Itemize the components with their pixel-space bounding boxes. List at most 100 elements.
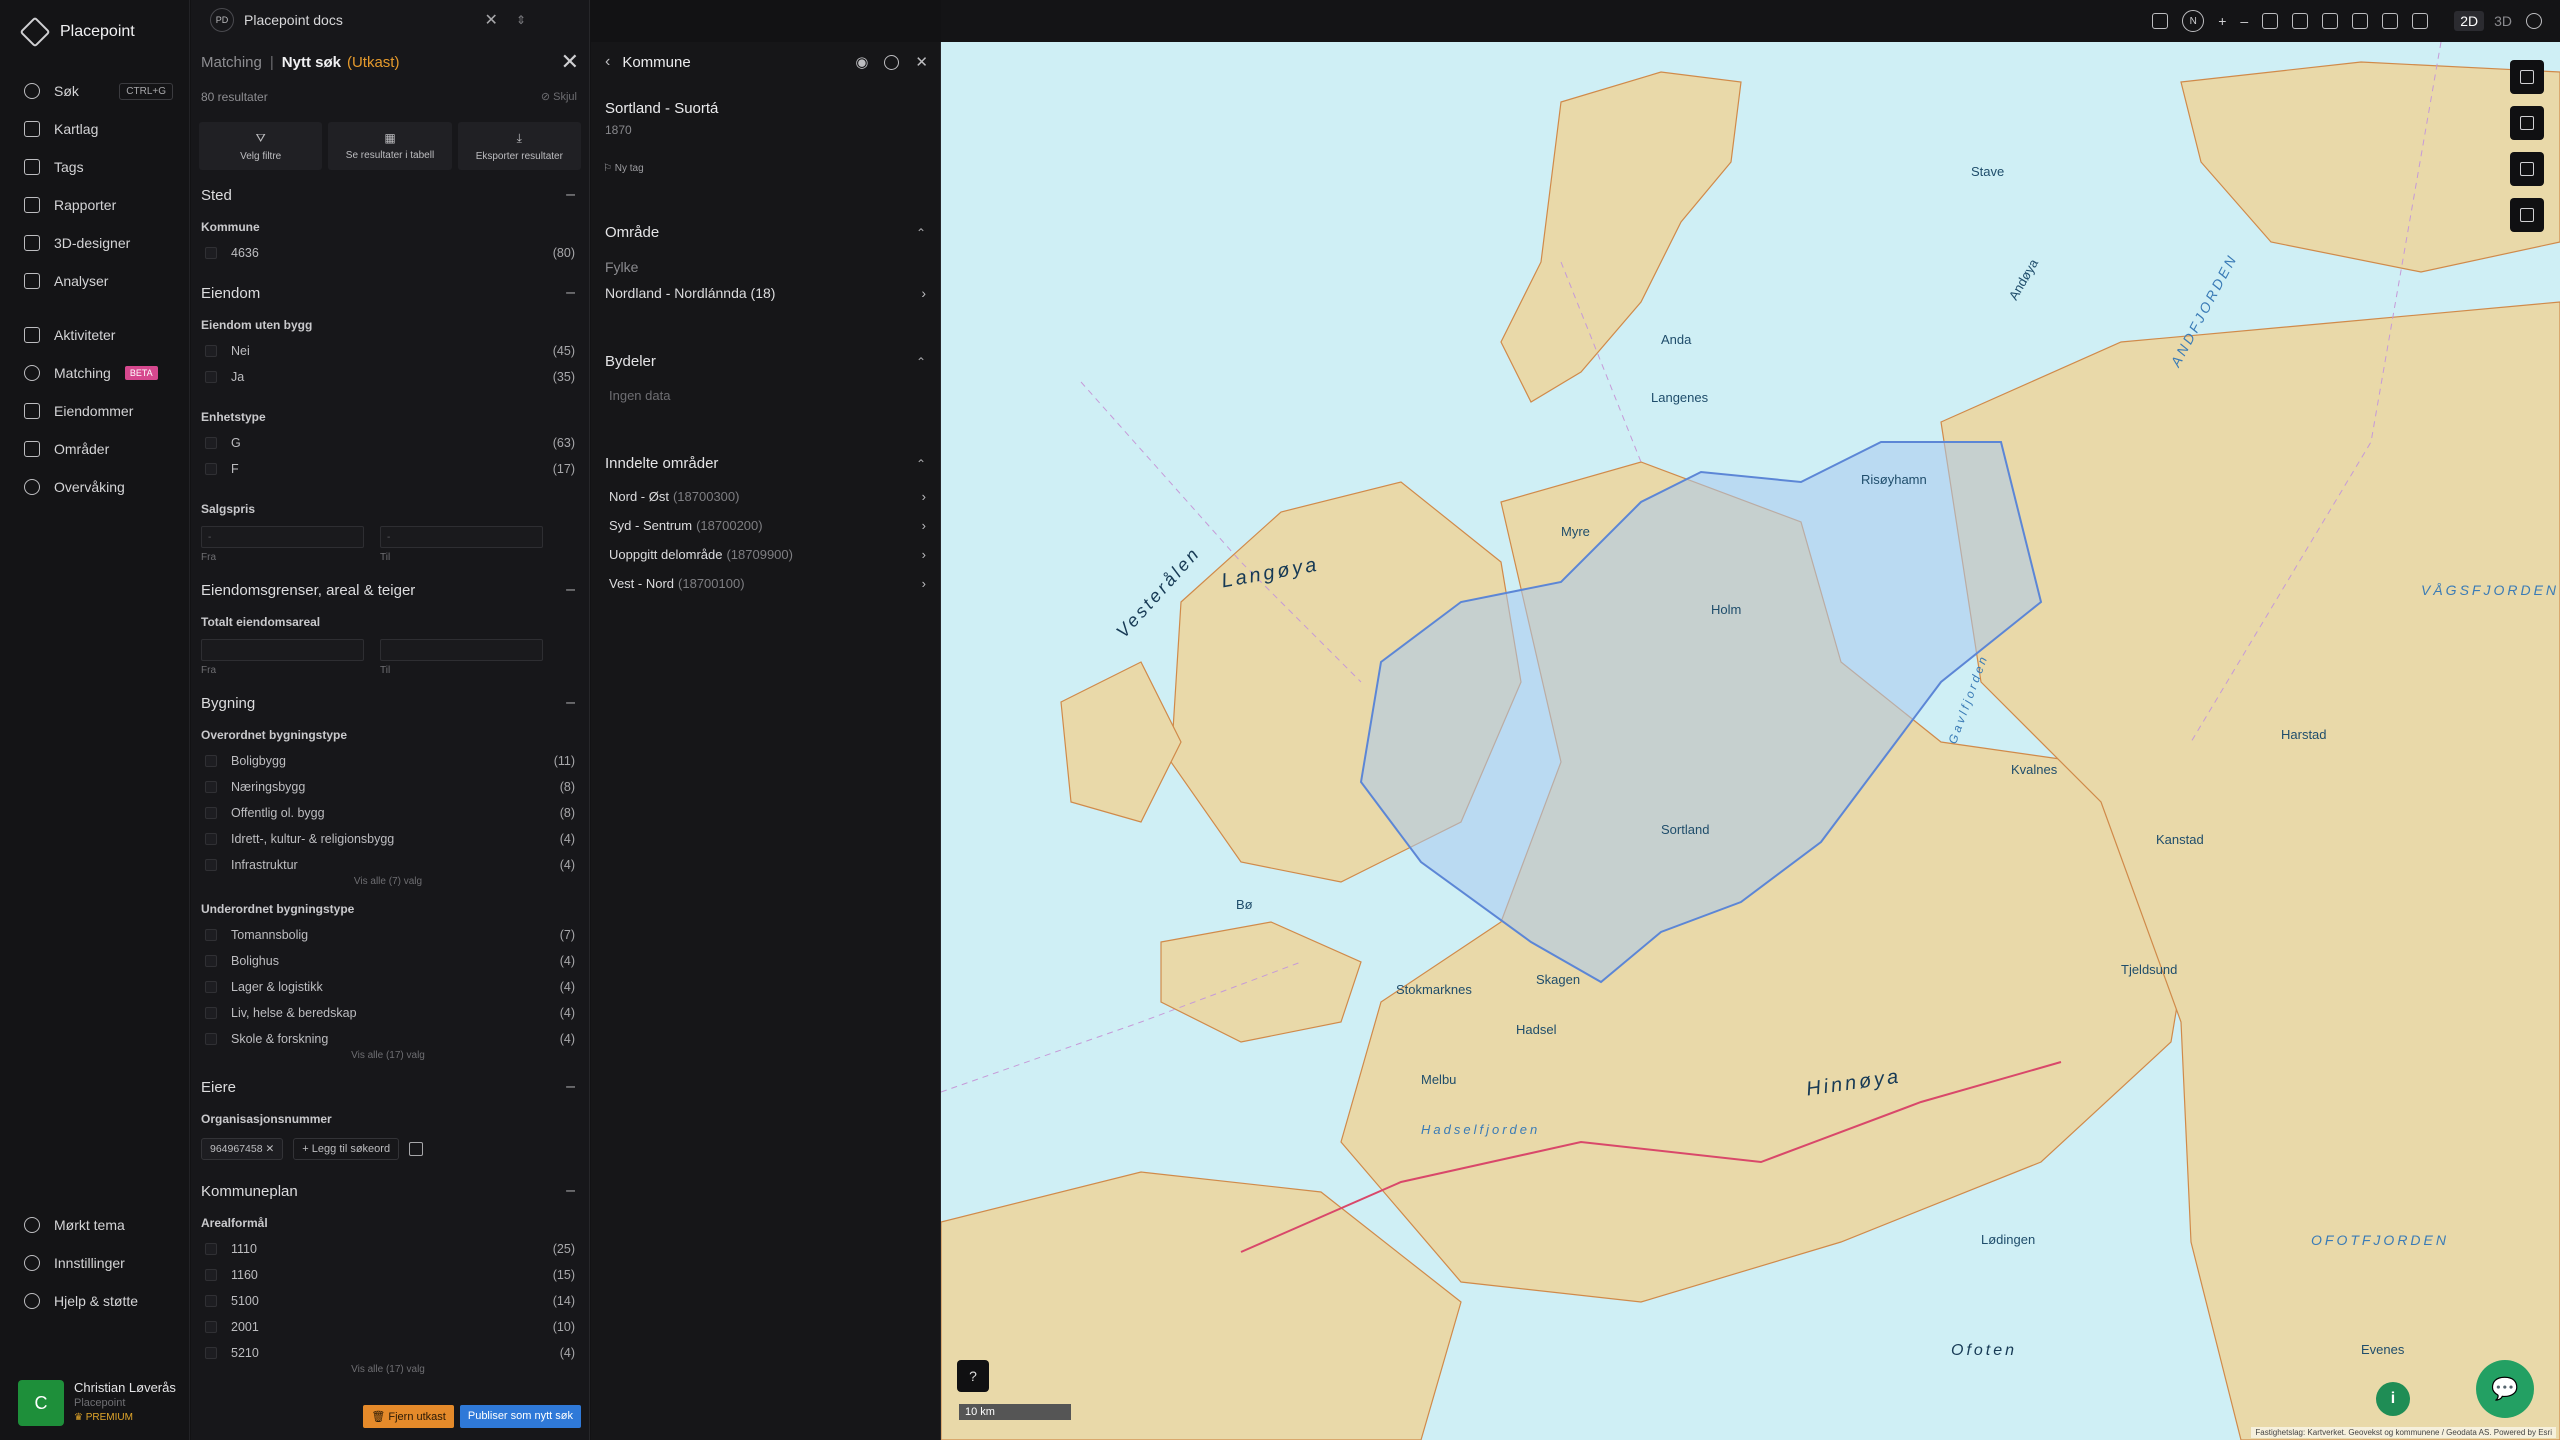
print-icon[interactable] bbox=[2262, 13, 2279, 29]
checkbox[interactable] bbox=[205, 833, 217, 845]
collapse-icon[interactable]: – bbox=[566, 1078, 575, 1096]
user-card[interactable]: C Christian Løverås Placepoint ♛ PREMIUM bbox=[18, 1380, 181, 1426]
fullscreen-icon[interactable] bbox=[2322, 13, 2339, 29]
checkbox[interactable] bbox=[205, 981, 217, 993]
stats-button[interactable] bbox=[2510, 152, 2544, 186]
chevron-up-icon[interactable]: ⌃ bbox=[916, 355, 926, 369]
info-icon[interactable]: i bbox=[2376, 1382, 2410, 1416]
filter-option[interactable]: Bolighus (4) bbox=[201, 948, 575, 974]
filter-option[interactable]: 5210 (4) bbox=[201, 1340, 575, 1366]
nav-item-sok[interactable]: Søk CTRL+G bbox=[0, 72, 189, 110]
hide-toggle[interactable]: ⊘ Skjul bbox=[541, 90, 577, 103]
copy-icon[interactable] bbox=[409, 1142, 424, 1156]
search-area-button[interactable] bbox=[2510, 60, 2544, 94]
checkbox[interactable] bbox=[205, 437, 217, 449]
nav-item-aktiviteter[interactable]: Aktiviteter bbox=[0, 316, 189, 354]
draw-button[interactable] bbox=[2510, 198, 2544, 232]
checkbox[interactable] bbox=[205, 755, 217, 767]
fylke-row[interactable]: Nordland - Nordlánnda (18) › bbox=[605, 285, 926, 301]
show-all-link[interactable]: Vis alle (17) valg bbox=[201, 1050, 575, 1064]
checkbox[interactable] bbox=[205, 1321, 217, 1333]
checkbox[interactable] bbox=[205, 1347, 217, 1359]
list-item[interactable]: Nord - Øst (18700300) › bbox=[605, 482, 926, 511]
chevron-left-icon[interactable]: ‹ bbox=[605, 53, 610, 71]
collapse-icon[interactable]: – bbox=[566, 1182, 575, 1200]
nav-item-matching[interactable]: Matching BETA bbox=[0, 354, 189, 392]
zoom-in-button[interactable]: + bbox=[2218, 13, 2226, 29]
chevron-up-icon[interactable]: ⌃ bbox=[916, 457, 926, 471]
checkbox[interactable] bbox=[205, 859, 217, 871]
bookmark-icon[interactable] bbox=[2412, 13, 2429, 29]
nav-item-eiendommer[interactable]: Eiendommer bbox=[0, 392, 189, 430]
close-icon[interactable]: ✕ bbox=[561, 49, 579, 75]
show-all-link[interactable]: Vis alle (17) valg bbox=[201, 1364, 575, 1378]
map-view[interactable]: Langøya Hinnøya Vesterålen ANDFJORDEN VÅ… bbox=[941, 42, 2560, 1440]
nav-item-analyser[interactable]: Analyser bbox=[0, 262, 189, 300]
eye-icon[interactable] bbox=[2292, 13, 2309, 29]
zoom-out-button[interactable]: – bbox=[2240, 13, 2248, 29]
map-help-button[interactable]: ? bbox=[957, 1360, 989, 1392]
weather-icon[interactable] bbox=[2152, 13, 2169, 29]
measure-button[interactable] bbox=[2510, 106, 2544, 140]
checkbox[interactable] bbox=[205, 1033, 217, 1045]
section-bygning[interactable]: Bygning – bbox=[201, 690, 575, 716]
area-to-input[interactable] bbox=[380, 639, 543, 661]
section-grenser[interactable]: Eiendomsgrenser, areal & teiger – bbox=[201, 577, 575, 603]
checkbox[interactable] bbox=[205, 463, 217, 475]
filter-option[interactable]: 1110 (25) bbox=[201, 1236, 575, 1262]
list-item[interactable]: Syd - Sentrum (18700200) › bbox=[605, 511, 926, 540]
info-icon[interactable] bbox=[2526, 13, 2542, 29]
nav-item-kartlag[interactable]: Kartlag bbox=[0, 110, 189, 148]
chevron-up-icon[interactable]: ⌃ bbox=[916, 226, 926, 240]
export-button[interactable]: ⤓ Eksporter resultater bbox=[457, 122, 581, 170]
checkbox[interactable] bbox=[205, 1007, 217, 1019]
price-from-input[interactable]: - bbox=[201, 526, 364, 548]
mode-3d-button[interactable]: 3D bbox=[2494, 11, 2512, 31]
nav-item-3d-designer[interactable]: 3D-designer bbox=[0, 224, 189, 262]
checkbox[interactable] bbox=[205, 955, 217, 967]
filter-option[interactable]: 2001 (10) bbox=[201, 1314, 575, 1340]
view-table-button[interactable]: ▦ Se resultater i tabell bbox=[328, 122, 452, 170]
collapse-icon[interactable]: – bbox=[566, 694, 575, 712]
keyword-chip[interactable]: 964967458 ✕ bbox=[201, 1138, 284, 1160]
price-to-input[interactable]: - bbox=[380, 526, 543, 548]
add-keyword-button[interactable]: + Legg til søkeord bbox=[293, 1138, 400, 1160]
compass-north[interactable]: N bbox=[2182, 10, 2205, 32]
filter-option[interactable]: 5100 (14) bbox=[201, 1288, 575, 1314]
filter-option[interactable]: Infrastruktur (4) bbox=[201, 852, 575, 878]
collapse-icon[interactable]: – bbox=[566, 284, 575, 302]
nav-item-help[interactable]: Hjelp & støtte bbox=[0, 1282, 189, 1320]
filter-option[interactable]: Næringsbygg (8) bbox=[201, 774, 575, 800]
breadcrumb-matching[interactable]: Matching bbox=[201, 54, 262, 71]
checkbox[interactable] bbox=[205, 345, 217, 357]
filter-option[interactable]: Lager & logistikk (4) bbox=[201, 974, 575, 1000]
filter-option[interactable]: F (17) bbox=[201, 456, 575, 482]
section-eiere[interactable]: Eiere – bbox=[201, 1074, 575, 1100]
nav-item-omrader[interactable]: Områder bbox=[0, 430, 189, 468]
checkbox[interactable] bbox=[205, 371, 217, 383]
list-item[interactable]: Vest - Nord (18700100) › bbox=[605, 569, 926, 598]
filter-option[interactable]: 4636 (80) bbox=[201, 240, 575, 266]
section-eiendom[interactable]: Eiendom – bbox=[201, 280, 575, 306]
area-from-input[interactable] bbox=[201, 639, 364, 661]
brand[interactable]: Placepoint bbox=[0, 0, 189, 64]
filter-option[interactable]: Nei (45) bbox=[201, 338, 575, 364]
checkbox[interactable] bbox=[205, 1243, 217, 1255]
grid-icon[interactable] bbox=[2382, 13, 2399, 29]
list-item[interactable]: Uoppgitt delområde (18709900) › bbox=[605, 540, 926, 569]
filter-option[interactable]: 1160 (15) bbox=[201, 1262, 575, 1288]
filter-option[interactable]: Idrett-, kultur- & religionsbygg (4) bbox=[201, 826, 575, 852]
nav-item-rapporter[interactable]: Rapporter bbox=[0, 186, 189, 224]
checkbox[interactable] bbox=[205, 247, 217, 259]
section-bydeler[interactable]: Bydeler ⌃ bbox=[605, 353, 926, 370]
checkbox[interactable] bbox=[205, 807, 217, 819]
close-icon[interactable]: ✕ bbox=[485, 10, 498, 30]
new-tag-button[interactable]: ⚐ Ny tag bbox=[603, 163, 940, 174]
publish-button[interactable]: Publiser som nytt søk bbox=[459, 1405, 581, 1428]
select-filters-button[interactable]: ⛛ Velg filtre bbox=[199, 122, 323, 170]
filter-option[interactable]: G (63) bbox=[201, 430, 575, 456]
chat-icon[interactable]: 💬 bbox=[2476, 1360, 2534, 1418]
nav-item-tags[interactable]: Tags bbox=[0, 148, 189, 186]
filter-option[interactable]: Liv, helse & beredskap (4) bbox=[201, 1000, 575, 1026]
close-icon[interactable]: ✕ bbox=[265, 1143, 274, 1155]
